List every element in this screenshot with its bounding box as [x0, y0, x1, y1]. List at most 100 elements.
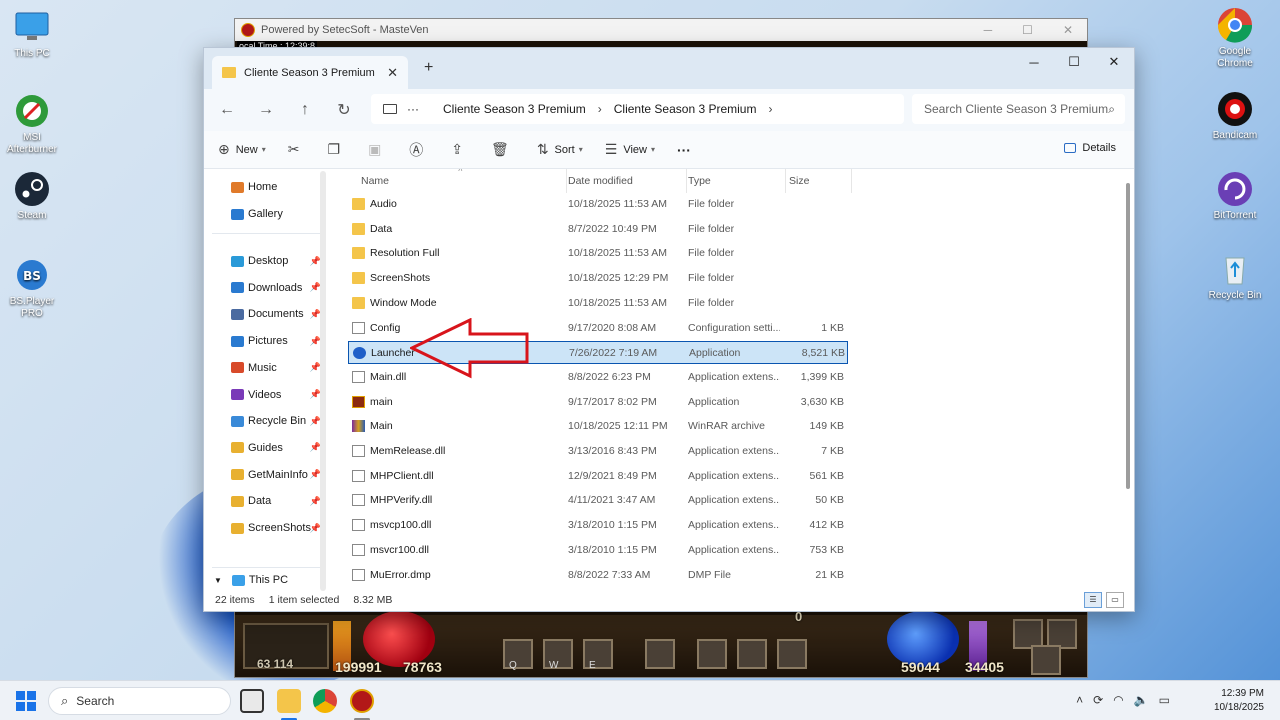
- chevron-up-icon[interactable]: ˄: [1076, 693, 1083, 707]
- desktop-icon-chrome[interactable]: Google Chrome: [1203, 6, 1267, 70]
- file-explorer-taskbar-icon[interactable]: [277, 689, 301, 713]
- hud-skill-slot-q[interactable]: Q: [503, 639, 533, 671]
- file-row[interactable]: Data 8/7/2022 10:49 PM File folder: [348, 218, 848, 241]
- new-button[interactable]: ⊕ New ▾: [218, 141, 266, 158]
- column-divider[interactable]: [851, 169, 852, 193]
- nav-item-pictures[interactable]: Pictures 📌: [231, 335, 321, 347]
- game-titlebar[interactable]: Powered by SetecSoft - MasteVen ─ ☐ ✕: [235, 19, 1087, 41]
- file-row[interactable]: MuError.dmp 8/8/2022 7:33 AM DMP File 21 KB: [348, 564, 848, 587]
- column-divider[interactable]: [566, 169, 567, 193]
- hud-skill-slot-5[interactable]: [697, 639, 727, 669]
- file-row[interactable]: MHPClient.dll 12/9/2021 8:49 PM Applicatio…: [348, 465, 848, 488]
- more-options-button[interactable]: ···: [677, 142, 691, 158]
- column-header-date-modified[interactable]: Date modified: [568, 169, 633, 193]
- breadcrumb-more[interactable]: ···: [407, 102, 419, 116]
- forward-arrow-icon[interactable]: →: [250, 94, 282, 126]
- clock[interactable]: 12:39 PM 10/18/2025: [1214, 687, 1264, 715]
- wifi-icon[interactable]: ◠: [1113, 693, 1123, 707]
- nav-item-data[interactable]: Data 📌: [231, 495, 321, 507]
- task-view-icon[interactable]: [240, 689, 264, 713]
- desktop-icon-this-pc[interactable]: This PC: [0, 8, 64, 60]
- nav-item-getmaininfo[interactable]: GetMainInfo 📌: [231, 469, 321, 481]
- column-divider[interactable]: [785, 169, 786, 193]
- file-row[interactable]: MemRelease.dll 3/13/2016 8:43 PM Applicati…: [348, 440, 848, 463]
- address-bar[interactable]: ··· Cliente Season 3 Premium › Cliente S…: [371, 94, 904, 124]
- game-taskbar-icon[interactable]: [350, 689, 374, 713]
- close-icon[interactable]: ✕: [1063, 23, 1073, 37]
- tab-current-folder[interactable]: Cliente Season 3 Premium ✕: [212, 56, 408, 89]
- chevron-right-icon[interactable]: ›: [768, 102, 772, 116]
- column-divider[interactable]: [686, 169, 687, 193]
- back-arrow-icon[interactable]: ←: [211, 94, 243, 126]
- nav-scrollbar[interactable]: [320, 171, 326, 591]
- minimize-icon[interactable]: ─: [984, 23, 993, 37]
- nav-item-screenshots[interactable]: ScreenShots 📌: [231, 522, 321, 534]
- hud-skill-slot-w[interactable]: W: [543, 639, 573, 671]
- chevron-right-icon[interactable]: ›: [598, 102, 602, 116]
- file-row[interactable]: Resolution Full 10/18/2025 11:53 AM File f…: [348, 242, 848, 265]
- nav-item-home[interactable]: Home: [231, 181, 321, 193]
- taskbar-search[interactable]: ⌕ Search: [48, 687, 231, 715]
- minimize-icon[interactable]: ─: [1014, 48, 1054, 76]
- file-row[interactable]: Main 10/18/2025 12:11 PM WinRAR archive 149…: [348, 415, 848, 438]
- maximize-icon[interactable]: ☐: [1054, 48, 1094, 76]
- sync-icon[interactable]: ⟳: [1093, 693, 1103, 707]
- battery-icon[interactable]: ▭: [1159, 693, 1170, 707]
- hud-skill-slot-4[interactable]: [645, 639, 675, 669]
- close-window-icon[interactable]: ✕: [1094, 48, 1134, 76]
- nav-item-videos[interactable]: Videos 📌: [231, 389, 321, 401]
- hud-skill-slot-e[interactable]: E: [583, 639, 613, 671]
- maximize-icon[interactable]: ☐: [1022, 23, 1033, 37]
- copy-button[interactable]: ❐: [328, 141, 347, 158]
- cut-button[interactable]: ✂: [288, 141, 306, 158]
- desktop-icon-bsplayer[interactable]: BS BS.Player PRO: [0, 256, 64, 320]
- desktop-icon-msi-afterburner[interactable]: MSI Afterburner: [0, 92, 64, 156]
- file-explorer-window[interactable]: Cliente Season 3 Premium ✕ + ─ ☐ ✕ ← → ↑…: [203, 47, 1135, 612]
- file-row[interactable]: main 9/17/2017 8:02 PM Application 3,630 KB: [348, 391, 848, 414]
- file-row[interactable]: Window Mode 10/18/2025 11:53 AM File folde…: [348, 292, 848, 315]
- desktop-icon-bandicam[interactable]: Bandicam: [1203, 90, 1267, 142]
- nav-item-music[interactable]: Music 📌: [231, 362, 321, 374]
- chrome-taskbar-icon[interactable]: [313, 689, 337, 713]
- file-row[interactable]: Audio 10/18/2025 11:53 AM File folder: [348, 193, 848, 216]
- desktop-icon-steam[interactable]: Steam: [0, 170, 64, 222]
- desktop-icon-recycle-bin[interactable]: Recycle Bin: [1203, 250, 1267, 302]
- refresh-icon[interactable]: ↻: [328, 94, 360, 126]
- nav-item-documents[interactable]: Documents 📌: [231, 308, 321, 320]
- volume-icon[interactable]: 🔈: [1134, 693, 1149, 707]
- up-arrow-icon[interactable]: ↑: [289, 94, 321, 126]
- hud-pvp-button[interactable]: [1031, 645, 1061, 675]
- nav-item-guides[interactable]: Guides 📌: [231, 442, 321, 454]
- column-header-type[interactable]: Type: [688, 169, 711, 193]
- new-tab-icon[interactable]: +: [424, 59, 433, 77]
- paste-button[interactable]: ▣: [368, 141, 387, 158]
- nav-item-gallery[interactable]: Gallery: [231, 208, 321, 220]
- file-row[interactable]: ScreenShots 10/18/2025 12:29 PM File folde…: [348, 267, 848, 290]
- nav-item-this-pc[interactable]: ▼ This PC: [214, 574, 304, 586]
- hud-skill-slot-7[interactable]: [777, 639, 807, 669]
- details-view-icon[interactable]: ☰: [1084, 592, 1102, 608]
- sort-button[interactable]: ⇅ Sort ▾: [537, 141, 583, 158]
- nav-item-downloads[interactable]: Downloads 📌: [231, 282, 321, 294]
- column-header-size[interactable]: Size: [789, 169, 809, 193]
- close-tab-icon[interactable]: ✕: [387, 65, 398, 81]
- search-input[interactable]: Search Cliente Season 3 Premium ⌕: [912, 94, 1125, 124]
- details-pane-button[interactable]: Details: [1064, 142, 1116, 154]
- nav-item-desktop[interactable]: Desktop 📌: [231, 255, 321, 267]
- nav-item-recycle-bin[interactable]: Recycle Bin 📌: [231, 415, 321, 427]
- file-row[interactable]: MHPVerify.dll 4/11/2021 3:47 AM Applicatio…: [348, 489, 848, 512]
- column-header-name[interactable]: Name: [361, 169, 389, 193]
- share-button[interactable]: ⇪: [451, 141, 469, 158]
- desktop-icon-bittorrent[interactable]: BitTorrent: [1203, 170, 1267, 222]
- breadcrumb-item[interactable]: Cliente Season 3 Premium: [614, 102, 757, 116]
- tiles-view-icon[interactable]: ▭: [1106, 592, 1124, 608]
- file-row[interactable]: msvcp100.dll 3/18/2010 1:15 PM Application…: [348, 514, 848, 537]
- start-button[interactable]: [16, 691, 36, 711]
- file-row[interactable]: msvcr100.dll 3/18/2010 1:15 PM Application…: [348, 539, 848, 562]
- file-list-scrollbar[interactable]: [1126, 183, 1130, 489]
- rename-button[interactable]: Ⓐ: [409, 140, 429, 160]
- breadcrumb-item[interactable]: Cliente Season 3 Premium: [443, 102, 586, 116]
- hud-skill-slot-6[interactable]: [737, 639, 767, 669]
- delete-button[interactable]: 🗑: [491, 141, 515, 158]
- view-button[interactable]: ☰ View ▾: [605, 141, 655, 158]
